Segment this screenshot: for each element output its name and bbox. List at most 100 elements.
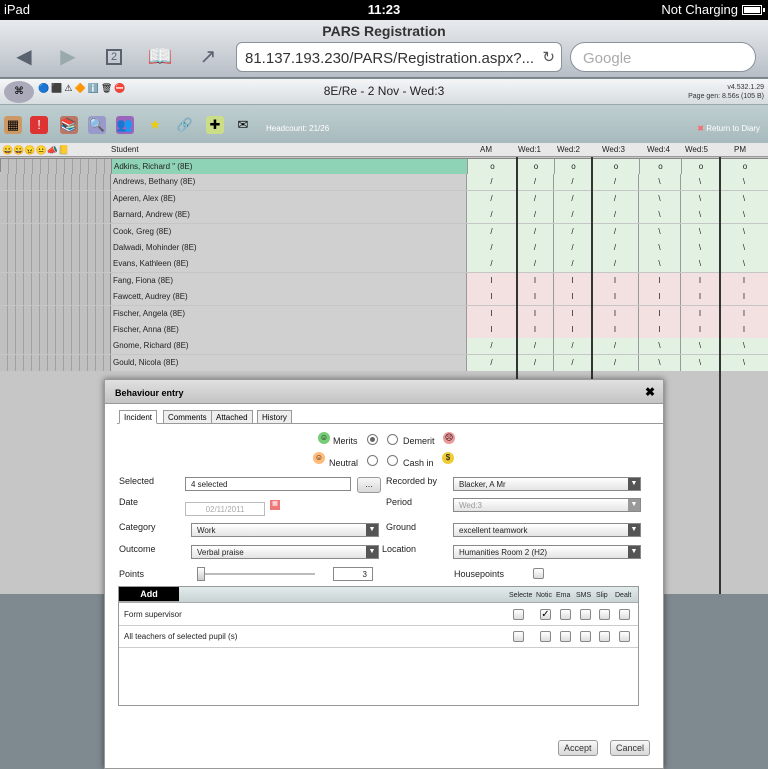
period-select[interactable]: Wed:3 ▼ [453,498,641,512]
row-icon-cells[interactable] [1,159,111,175]
attendance-mark[interactable]: I [719,322,768,338]
attendance-mark[interactable]: / [591,190,638,207]
attendance-mark[interactable]: I [466,272,516,289]
attendance-mark[interactable]: I [516,272,553,289]
notify-checkbox[interactable] [513,631,524,642]
attendance-mark[interactable]: / [466,354,516,371]
bookmarks-icon[interactable]: 📖 [146,46,174,68]
notify-checkbox[interactable] [560,609,571,620]
attendance-mark[interactable]: I [638,289,680,306]
table-row[interactable]: Dalwadi, Mohinder (8E) / / / / \ \ \ [0,240,768,256]
table-row[interactable]: Cook, Greg (8E) / / / / \ \ \ [0,223,768,240]
attendance-mark[interactable]: \ [680,240,719,256]
attendance-mark[interactable]: o [592,159,639,175]
forward-icon[interactable]: ▶ [54,46,82,68]
attendance-mark[interactable]: / [466,240,516,256]
attendance-mark[interactable]: \ [680,190,719,207]
attendance-mark[interactable]: o [554,159,592,175]
row-icon-cells[interactable] [0,354,110,371]
attendance-mark[interactable]: I [466,289,516,306]
attendance-mark[interactable]: o [720,159,768,175]
table-row[interactable]: Fang, Fiona (8E) I I I I I I I [0,272,768,289]
share-icon[interactable]: ↗ [194,46,222,68]
attendance-mark[interactable]: I [516,322,553,338]
attendance-mark[interactable]: / [591,256,638,273]
attendance-mark[interactable]: o [639,159,681,175]
table-row[interactable]: Fawcett, Audrey (8E) I I I I I I I [0,289,768,306]
attendance-mark[interactable]: / [591,174,638,191]
ground-select[interactable]: excellent teamwork ▼ [453,523,641,537]
student-name[interactable]: Dalwadi, Mohinder (8E) [110,240,466,256]
student-name[interactable]: Gould, Nicola (8E) [110,354,466,371]
attendance-mark[interactable]: \ [638,174,680,191]
back-icon[interactable]: ◀ [10,46,38,68]
attendance-mark[interactable]: / [516,190,553,207]
attendance-mark[interactable]: I [553,272,591,289]
attendance-mark[interactable]: I [638,305,680,322]
notify-checkbox[interactable]: ✓ [540,609,551,620]
attendance-mark[interactable]: / [591,207,638,224]
attendance-mark[interactable]: \ [680,207,719,224]
group-icon[interactable]: 👥 [116,116,134,134]
attendance-mark[interactable]: \ [719,338,768,355]
table-row[interactable]: Fischer, Angela (8E) I I I I I I I [0,305,768,322]
link-icon[interactable]: 🔗 [176,116,194,134]
attendance-mark[interactable]: \ [638,256,680,273]
demerit-radio[interactable] [387,434,398,445]
row-icon-cells[interactable] [0,174,110,191]
attendance-mark[interactable]: I [553,305,591,322]
notify-checkbox[interactable] [580,609,591,620]
row-icon-cells[interactable] [0,223,110,240]
notify-checkbox[interactable] [619,631,630,642]
attendance-mark[interactable]: / [553,354,591,371]
search-field[interactable]: Google [570,42,756,72]
student-name[interactable]: Fischer, Anna (8E) [110,322,466,338]
attendance-mark[interactable]: \ [638,354,680,371]
reload-icon[interactable]: ↻ [542,48,555,66]
attendance-mark[interactable]: / [466,223,516,240]
row-icon-cells[interactable] [0,322,110,338]
url-field[interactable]: 81.137.193.230/PARS/Registration.aspx?..… [236,42,562,72]
student-name[interactable]: Aperen, Alex (8E) [110,190,466,207]
star-icon[interactable]: ★ [146,116,164,134]
student-name[interactable]: Gnome, Richard (8E) [110,338,466,355]
notify-checkbox[interactable] [580,631,591,642]
attendance-mark[interactable]: / [516,256,553,273]
row-icon-cells[interactable] [0,305,110,322]
attendance-mark[interactable]: I [638,272,680,289]
attendance-mark[interactable]: o [467,159,517,175]
notify-checkbox[interactable] [599,631,610,642]
attendance-mark[interactable]: / [466,256,516,273]
table-row[interactable]: Aperen, Alex (8E) / / / / \ \ \ [0,190,768,207]
row-icon-cells[interactable] [0,289,110,306]
attendance-mark[interactable]: / [591,223,638,240]
attendance-mark[interactable]: I [591,322,638,338]
attendance-mark[interactable]: I [680,305,719,322]
attendance-mark[interactable]: / [591,354,638,371]
attendance-mark[interactable]: \ [719,256,768,273]
attendance-mark[interactable]: \ [638,223,680,240]
student-name[interactable]: Fawcett, Audrey (8E) [110,289,466,306]
attendance-mark[interactable]: \ [638,338,680,355]
close-dialog-icon[interactable]: ✖ [645,385,655,399]
student-name[interactable]: Cook, Greg (8E) [110,223,466,240]
calendar-icon[interactable]: ▦ [270,500,280,510]
attendance-mark[interactable]: I [719,289,768,306]
attendance-mark[interactable]: \ [680,338,719,355]
attendance-mark[interactable]: \ [680,174,719,191]
student-name[interactable]: Barnard, Andrew (8E) [110,207,466,224]
notify-checkbox[interactable] [560,631,571,642]
attendance-mark[interactable]: I [680,272,719,289]
attendance-mark[interactable]: \ [719,240,768,256]
tab-incident[interactable]: Incident [119,410,158,424]
attendance-mark[interactable]: \ [680,256,719,273]
attendance-mark[interactable]: \ [719,174,768,191]
attendance-mark[interactable]: / [553,256,591,273]
notify-checkbox[interactable] [619,609,630,620]
attendance-mark[interactable]: / [516,174,553,191]
attendance-mark[interactable]: \ [719,207,768,224]
attendance-mark[interactable]: / [553,223,591,240]
attendance-mark[interactable]: / [466,338,516,355]
attendance-mark[interactable]: I [591,272,638,289]
category-select[interactable]: Work ▼ [191,523,379,537]
